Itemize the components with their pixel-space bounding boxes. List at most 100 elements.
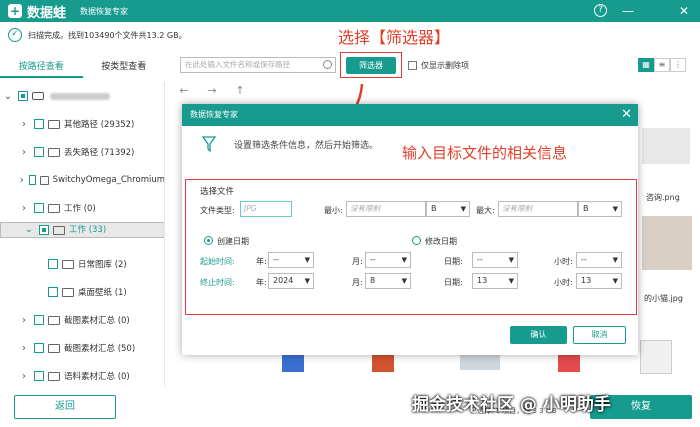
max-unit-select[interactable]: B ▼ xyxy=(578,201,622,217)
tree-item-work-33[interactable]: ⌄ 工作 (33) xyxy=(0,222,164,238)
chevron-right-icon[interactable]: › xyxy=(18,147,30,158)
help-icon[interactable]: ? xyxy=(594,4,607,17)
tab-by-path[interactable]: 按路径查看 xyxy=(0,56,83,78)
tree-item-screenshots-0[interactable]: › 截图素材汇总 (0) xyxy=(0,306,164,334)
search-placeholder: 在此处输入文件名称或保存路径 xyxy=(185,60,290,69)
chevron-down-icon: ▼ xyxy=(460,205,466,213)
start-year-label: 年: xyxy=(256,257,267,266)
min-size-input[interactable]: 没有限制 xyxy=(346,201,426,217)
tree-item-switchyomega[interactable]: › SwitchyOmega_Chromium xyxy=(0,166,164,194)
up-arrow-icon[interactable]: ↑ xyxy=(226,84,254,97)
start-hour-select[interactable]: -- ▼ xyxy=(576,252,622,268)
tree-checkbox[interactable] xyxy=(39,225,49,235)
folder-icon xyxy=(48,147,60,157)
tab-by-type[interactable]: 按类型查看 xyxy=(83,56,166,78)
search-icon[interactable] xyxy=(323,60,332,69)
ppt-file-icon xyxy=(372,352,394,372)
tree-item-lost-paths[interactable]: › 丢失路径 (71392) xyxy=(0,138,164,166)
chevron-down-icon: ▼ xyxy=(304,256,310,264)
tree-checkbox[interactable] xyxy=(34,371,44,381)
end-year-select[interactable]: 2024 ▼ xyxy=(268,273,314,289)
app-logo-icon: + xyxy=(8,4,22,18)
chevron-down-icon: ▼ xyxy=(401,256,407,264)
file-type-input[interactable]: JPG xyxy=(240,201,292,217)
tree-item-label: 桌面壁纸 (1) xyxy=(78,288,127,298)
folder-icon xyxy=(48,315,60,325)
back-button[interactable]: 返回 xyxy=(14,395,116,419)
search-input[interactable]: 在此处输入文件名称或保存路径 xyxy=(180,57,336,73)
tree-checkbox[interactable] xyxy=(29,175,37,185)
chevron-right-icon[interactable]: › xyxy=(18,343,30,354)
app-name: 数据蛙 xyxy=(27,5,67,21)
file-thumbnail[interactable] xyxy=(642,216,692,270)
detail-view-icon[interactable]: ⋮ xyxy=(670,58,686,72)
dialog-title: 数据恢复专家 xyxy=(190,110,238,119)
chevron-down-icon[interactable]: ⌄ xyxy=(23,223,35,237)
confirm-button[interactable]: 确认 xyxy=(510,326,567,344)
folder-icon xyxy=(48,203,60,213)
tree-checkbox[interactable] xyxy=(34,147,44,157)
end-hour-label: 小时: xyxy=(554,278,573,287)
tree-item-work-0[interactable]: › 工作 (0) xyxy=(0,194,164,222)
back-arrow-icon[interactable]: ← xyxy=(170,84,198,97)
filter-button[interactable]: 筛选器 xyxy=(346,57,396,74)
forward-arrow-icon[interactable]: → xyxy=(198,84,226,97)
max-size-label: 最大: xyxy=(476,206,495,215)
tree-item-screenshots-50[interactable]: › 截图素材汇总 (50) xyxy=(0,334,164,362)
end-month-select[interactable]: 8 ▼ xyxy=(365,273,411,289)
chevron-right-icon[interactable]: › xyxy=(18,119,30,130)
dialog-close-icon[interactable]: ✕ xyxy=(621,104,632,126)
chevron-down-icon: ▼ xyxy=(508,277,514,285)
start-year-select[interactable]: -- ▼ xyxy=(268,252,314,268)
checkbox-box[interactable] xyxy=(408,61,417,70)
start-hour-value: -- xyxy=(581,255,587,264)
title-bar: + 数据蛙 数据恢复专家 ? — ✕ xyxy=(0,0,700,22)
tree-checkbox[interactable] xyxy=(48,259,58,269)
tree-item-other-paths[interactable]: › 其他路径 (29352) xyxy=(0,110,164,138)
start-time-label: 起始时间: xyxy=(200,257,235,266)
chevron-down-icon: ▼ xyxy=(612,277,618,285)
min-unit-value: B xyxy=(431,204,437,213)
max-size-input[interactable]: 没有限制 xyxy=(498,201,578,217)
end-hour-select[interactable]: 13 ▼ xyxy=(576,273,622,289)
close-icon[interactable]: ✕ xyxy=(676,3,692,19)
tree-item-drive[interactable]: ⌄ xyxy=(0,82,164,110)
tree-item-label: 日常图库 (2) xyxy=(78,260,127,270)
start-month-select[interactable]: -- ▼ xyxy=(365,252,411,268)
end-year-label: 年: xyxy=(256,278,267,287)
grid-view-icon[interactable]: ▦ xyxy=(638,58,654,72)
created-date-radio[interactable] xyxy=(204,236,213,245)
start-day-select[interactable]: -- ▼ xyxy=(472,252,518,268)
annotation-select-filter: 选择【筛选器】 xyxy=(338,28,451,47)
tree-item-corpus[interactable]: › 语料素材汇总 (0) xyxy=(0,362,164,387)
tree-checkbox[interactable] xyxy=(34,315,44,325)
tree-checkbox[interactable] xyxy=(34,119,44,129)
show-deleted-checkbox[interactable]: 仅显示删除项 xyxy=(408,60,469,71)
chevron-right-icon[interactable]: › xyxy=(18,315,30,326)
file-thumbnail[interactable] xyxy=(642,128,690,164)
end-month-value: 8 xyxy=(370,276,376,285)
min-unit-select[interactable]: B ▼ xyxy=(426,201,470,217)
drive-label-blurred xyxy=(50,92,110,100)
chevron-right-icon[interactable]: › xyxy=(18,203,30,214)
tree-checkbox[interactable] xyxy=(18,91,28,101)
dialog-header: 设置筛选条件信息，然后开始筛选。 xyxy=(202,136,378,152)
cancel-button[interactable]: 取消 xyxy=(573,326,626,344)
chevron-down-icon: ▼ xyxy=(612,256,618,264)
list-view-icon[interactable]: ≡ xyxy=(654,58,670,72)
max-unit-value: B xyxy=(583,204,589,213)
chevron-down-icon: ▼ xyxy=(401,277,407,285)
chevron-right-icon[interactable]: › xyxy=(18,371,30,382)
tree-item-daily-gallery[interactable]: 日常图库 (2) xyxy=(0,250,164,278)
tree-checkbox[interactable] xyxy=(48,287,58,297)
folder-icon xyxy=(48,119,60,129)
tree-item-wallpaper[interactable]: 桌面壁纸 (1) xyxy=(0,278,164,306)
chevron-down-icon[interactable]: ⌄ xyxy=(2,91,14,102)
modified-date-radio[interactable] xyxy=(412,236,421,245)
chevron-right-icon[interactable]: › xyxy=(18,175,25,186)
view-tabs: 按路径查看 按类型查看 xyxy=(0,56,165,78)
tree-checkbox[interactable] xyxy=(34,343,44,353)
tree-checkbox[interactable] xyxy=(34,203,44,213)
minimize-icon[interactable]: — xyxy=(620,3,636,19)
end-day-select[interactable]: 13 ▼ xyxy=(472,273,518,289)
